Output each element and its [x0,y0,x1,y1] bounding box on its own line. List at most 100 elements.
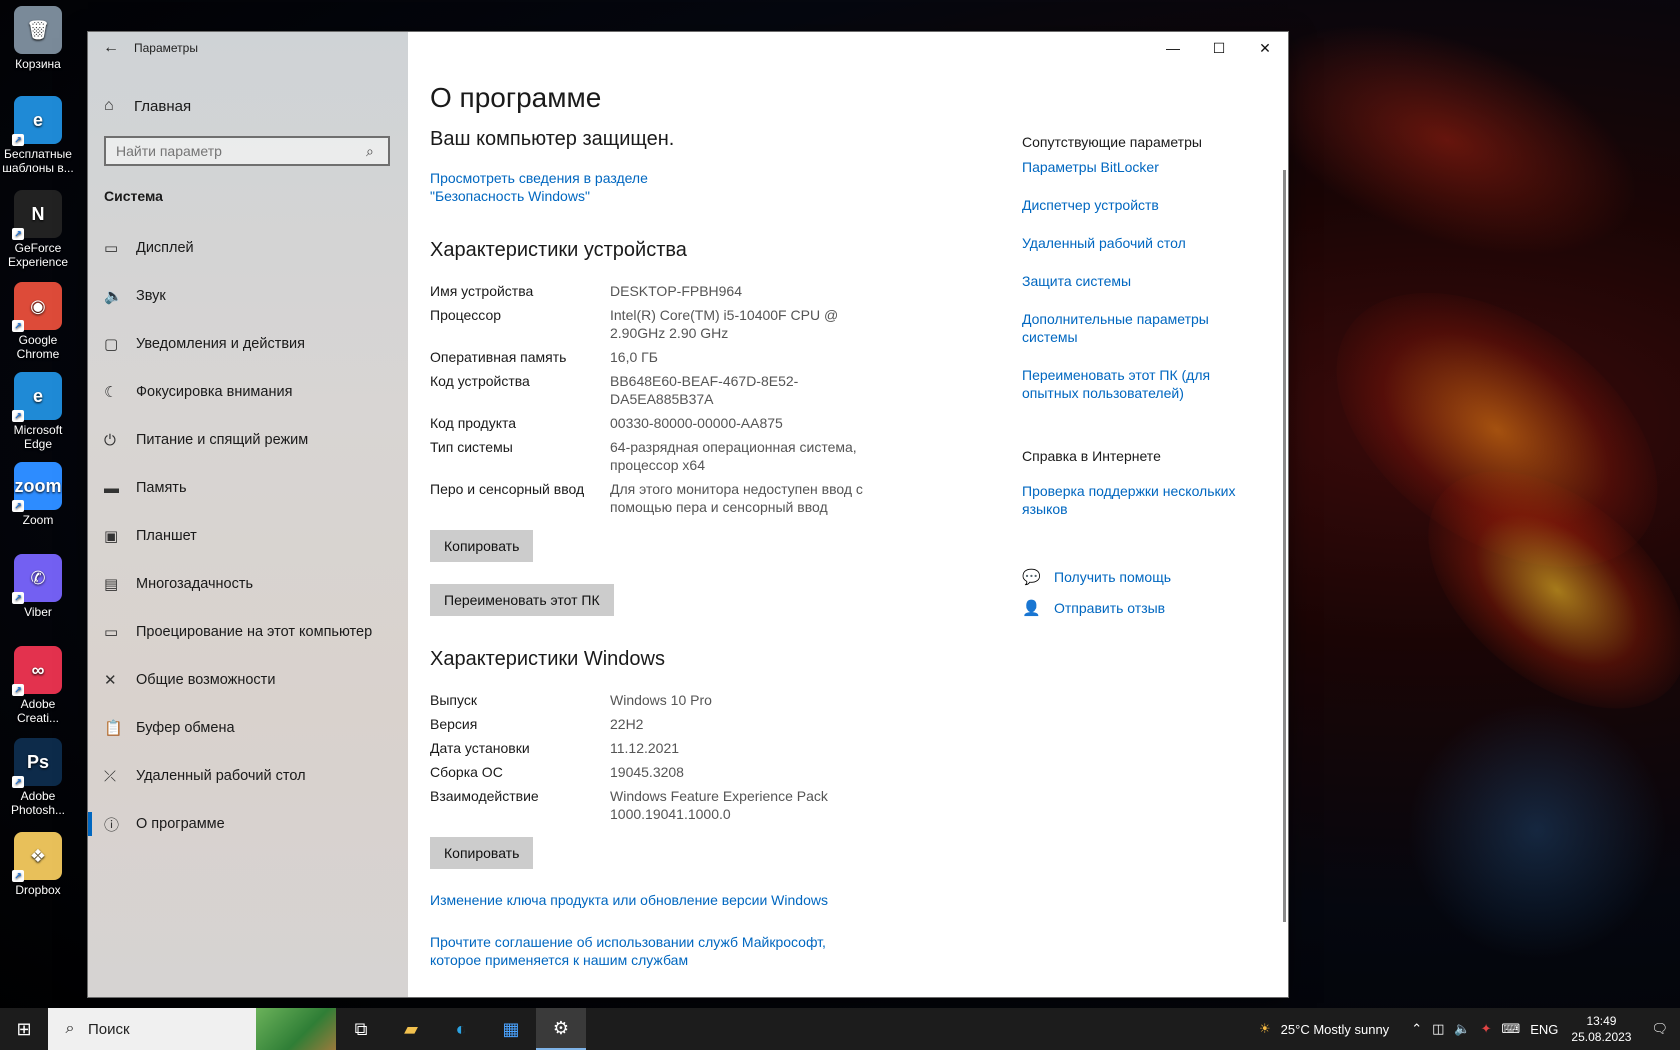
storage-icon: ▬ [104,479,119,497]
nav-item[interactable]: ✕ Общие возможности [88,656,408,704]
desktop-icon[interactable]: zoom ↗ Zoom [0,462,76,527]
desktop-wallpaper [1287,0,1680,1008]
taskbar-edge[interactable]: ◐ [436,1008,486,1050]
spec-value: Intel(R) Core(TM) i5-10400F CPU @ 2.90GH… [610,307,839,341]
desktop-icon[interactable]: Ps ↗ Adobe Photosh... [0,738,76,817]
nav-section-title: Система [104,188,163,204]
related-links: Параметры BitLocker Диспетчер устройств Уд… [1022,158,1252,402]
nav-item[interactable]: ☾ Фокусировка внимания [88,368,408,416]
desktop-icon[interactable]: ∞ ↗ Adobe Creati... [0,646,76,725]
weather-icon[interactable]: ☀ [1254,1021,1276,1037]
action-center-icon[interactable]: 🗨 [1639,1021,1680,1037]
copy-windows-button[interactable]: Копировать [430,837,534,869]
desktop-icon-label: Microsoft Edge [13,423,63,451]
focus-assist-icon: ☾ [104,384,118,401]
taskbar-store[interactable]: ▦ [486,1008,536,1050]
task-view-icon: ⧉ [354,1018,368,1039]
search-icon[interactable]: ⌕ [366,143,388,160]
related-link[interactable]: Проверка поддержки нескольких языков [1022,482,1252,518]
shortcut-arrow-icon: ↗ [12,228,24,240]
nav-item[interactable]: ▤ Многозадачность [88,560,408,608]
related-link[interactable]: Диспетчер устройств [1022,196,1252,214]
taskbar-search[interactable]: ⌕ Поиск [48,1008,336,1050]
help-chat-icon: 💬 [1022,569,1041,586]
copy-device-button[interactable]: Копировать [430,530,534,562]
desktop-icon[interactable]: ◉ ↗ Google Chrome [0,282,76,361]
settings-search: ⌕ [104,136,390,166]
nav-item-label: О программе [136,816,225,832]
desktop-icon[interactable]: e ↗ Microsoft Edge [0,372,76,451]
nav-home[interactable]: ⌂ Главная [88,86,408,126]
device-specs: Имя устройства DESKTOP-FPBH964 Процессор In… [430,282,950,516]
related-link[interactable]: Переименовать этот ПК (для опытных польз… [1022,366,1252,402]
task-view-button[interactable]: ⧉ [336,1008,386,1050]
nav-item[interactable]: ⤫ Удаленный рабочий стол [88,752,408,800]
maximize-button[interactable]: ☐ [1196,32,1242,64]
feedback-link[interactable]: Отправить отзыв [1054,599,1165,617]
desktop-icon[interactable]: ❖ ↗ Dropbox [0,832,76,897]
related-link[interactable]: Защита системы [1022,272,1252,290]
spec-value: 64-разрядная операционная система, проце… [610,439,857,473]
related-link[interactable]: Дополнительные параметры системы [1022,310,1252,346]
desktop-icon[interactable]: e ↗ Бесплатные шаблоны в... [0,96,76,175]
spec-row: Выпуск Windows 10 Pro [430,691,950,709]
spec-label: Выпуск [430,692,477,708]
taskbar-settings[interactable]: ⚙ [536,1008,586,1050]
web-help-header: Справка в Интернете [1022,448,1161,464]
spec-row: Перо и сенсорный ввод Для этого монитора … [430,480,950,516]
services-agreement-link[interactable]: Прочтите соглашение об использовании слу… [430,933,830,969]
clock[interactable]: 13:49 25.08.2023 [1563,1013,1639,1045]
tray-overflow-icon[interactable]: ⌃ [1406,1021,1427,1037]
spec-label: Взаимодействие [430,788,539,804]
back-button[interactable]: ← [88,32,134,64]
page-title: О программе [430,82,602,113]
search-input[interactable] [106,138,366,164]
keyboard-icon[interactable]: ⌨ [1496,1021,1525,1037]
network-icon[interactable]: ◫ [1427,1021,1449,1037]
get-help-row[interactable]: 💬 Получить помощь [1022,564,1252,590]
minimize-button[interactable]: — [1150,32,1196,64]
nav-item[interactable]: 🔈 Звук [88,272,408,320]
desktop-icon[interactable]: N ↗ GeForce Experience [0,190,76,269]
edge-icon: e ↗ [12,96,62,146]
rename-pc-button[interactable]: Переименовать этот ПК [430,584,614,616]
desktop-icon-label: Zoom [22,513,54,527]
nav-home-label: Главная [134,97,192,115]
feedback-row[interactable]: 👤 Отправить отзыв [1022,595,1252,621]
start-button[interactable]: ⊞ [0,1008,48,1050]
spec-label: Имя устройства [430,283,534,299]
related-link[interactable]: Удаленный рабочий стол [1022,234,1252,252]
spec-label: Оперативная память [430,349,567,365]
desktop-icon-label: Adobe Creati... [16,697,59,725]
volume-icon[interactable]: 🔈 [1449,1021,1475,1037]
change-product-key-link[interactable]: Изменение ключа продукта или обновление … [430,891,950,909]
home-icon: ⌂ [104,97,114,114]
nav-item[interactable]: ▬ Память [88,464,408,512]
spec-row: Процессор Intel(R) Core(TM) i5-10400F CPU… [430,306,950,342]
spec-value: BB648E60-BEAF-467D-8E52-DA5EA885B37A [610,373,799,407]
security-link[interactable]: Просмотреть сведения в разделе "Безопасн… [430,169,730,205]
desktop-icon-label: Корзина [15,57,61,71]
app-tray-icon[interactable]: ✦ [1476,1021,1497,1037]
nav-item[interactable]: ▭ Дисплей [88,224,408,272]
taskbar-explorer[interactable]: ▰ [386,1008,436,1050]
related-link[interactable]: Параметры BitLocker [1022,158,1252,176]
desktop-icon[interactable]: ✆ ↗ Viber [0,554,76,619]
close-icon: ✕ [1259,39,1271,56]
close-button[interactable]: ✕ [1242,32,1288,64]
nav-item[interactable]: ▢ Уведомления и действия [88,320,408,368]
nav-item[interactable]: 📋 Буфер обмена [88,704,408,752]
nav-item[interactable]: ⓘ О программе [88,800,408,848]
nav-item[interactable]: ▣ Планшет [88,512,408,560]
weather-text[interactable]: 25°C Mostly sunny [1276,1022,1395,1037]
scrollbar[interactable] [1283,170,1286,922]
spec-row: Код продукта 00330-80000-00000-AA875 [430,414,950,432]
spec-row: Имя устройства DESKTOP-FPBH964 [430,282,950,300]
desktop-icon[interactable]: 🗑 Корзина [0,6,76,71]
language-indicator[interactable]: ENG [1525,1022,1563,1037]
get-help-link[interactable]: Получить помощь [1054,568,1171,586]
multitasking-icon: ▤ [104,576,119,593]
nav-item[interactable]: ⏻ Питание и спящий режим [88,416,408,464]
nav-item[interactable]: ▭ Проецирование на этот компьютер [88,608,408,656]
window-controls: — ☐ ✕ [1150,32,1288,64]
